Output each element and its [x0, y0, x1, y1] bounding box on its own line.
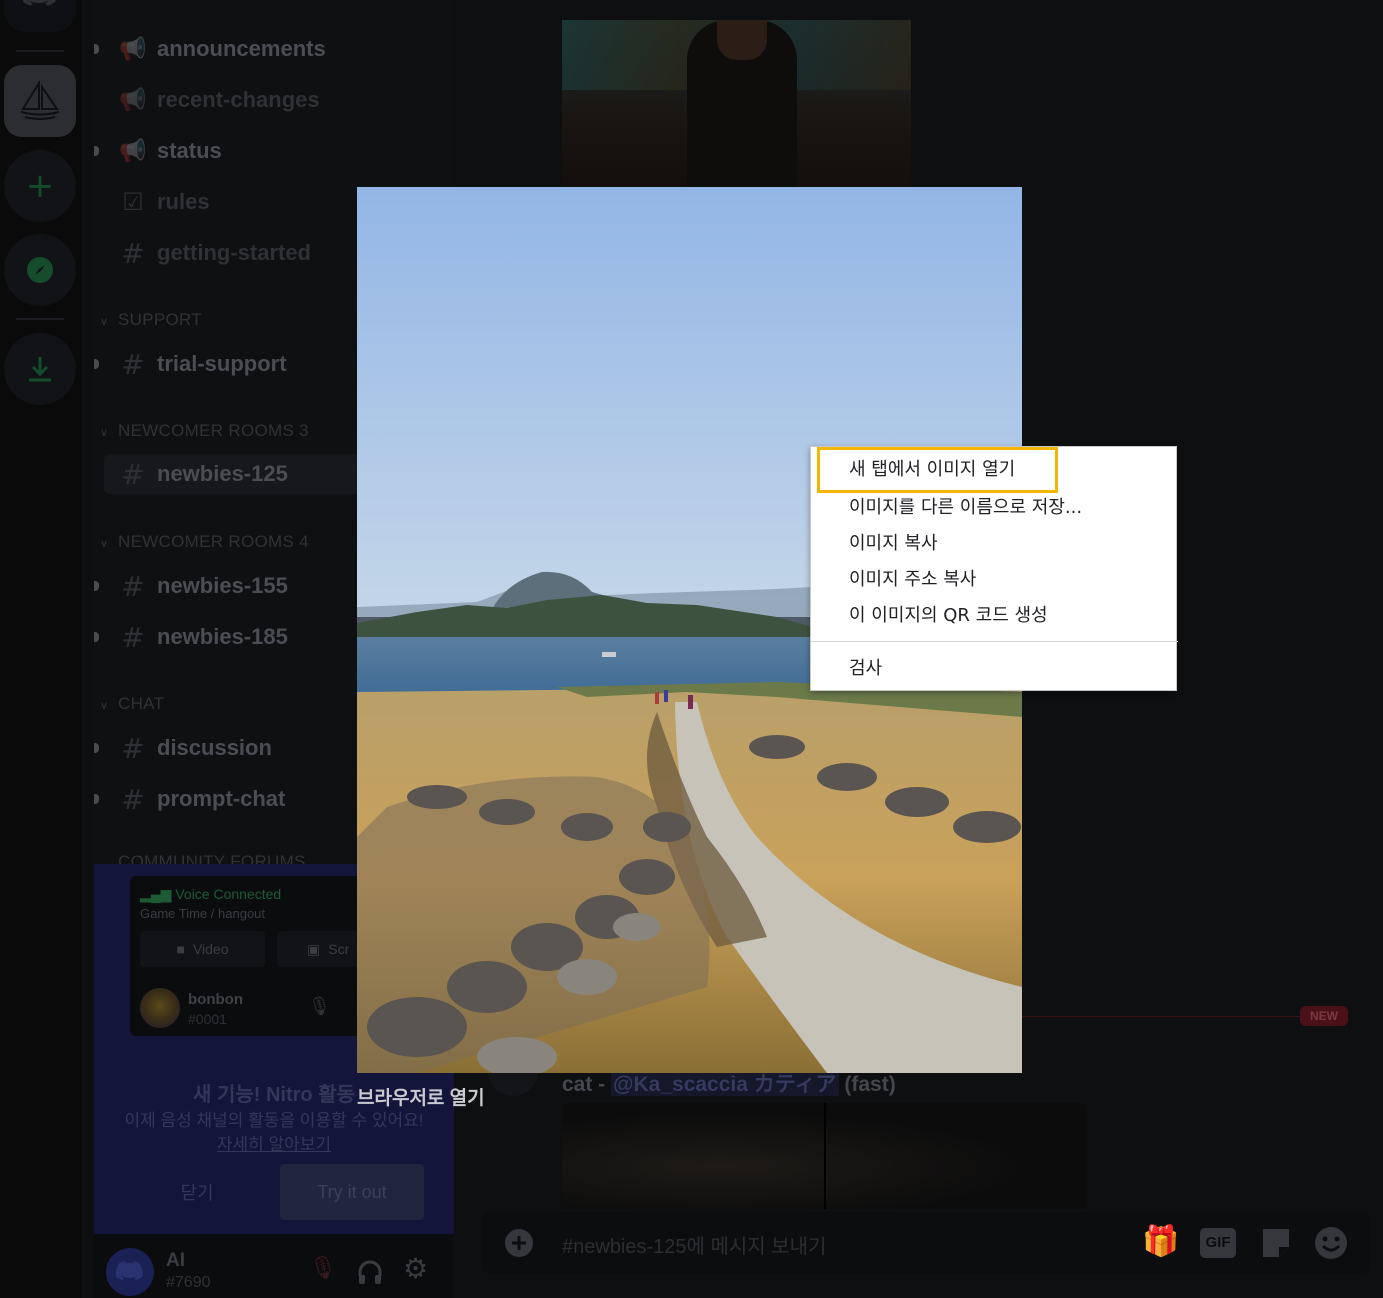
- hash-icon: #: [121, 347, 145, 381]
- gif-button[interactable]: GIF: [1200, 1228, 1236, 1258]
- menu-item-create-qr-code[interactable]: 이 이미지의 QR 코드 생성: [811, 598, 1178, 634]
- menu-item-copy-image-address[interactable]: 이미지 주소 복사: [811, 562, 1178, 598]
- hash-icon: #: [121, 731, 145, 765]
- try-it-out-button[interactable]: Try it out: [280, 1164, 424, 1220]
- video-button: ■ Video: [140, 931, 265, 967]
- speed-label: (fast): [838, 1073, 896, 1096]
- download-icon: [29, 357, 51, 382]
- chevron-down-icon: ∨: [100, 316, 109, 328]
- chevron-down-icon: ∨: [100, 538, 109, 550]
- mute-microphone-icon[interactable]: 🎙: [309, 1256, 337, 1281]
- category-chat[interactable]: ∨ CHAT: [100, 694, 164, 714]
- microphone-icon: 🎙: [308, 996, 331, 1017]
- open-in-browser-link[interactable]: 브라우저로 열기: [357, 1083, 485, 1110]
- settings-gear-icon[interactable]: ⚙: [403, 1252, 428, 1285]
- discord-logo-icon: [116, 1261, 143, 1281]
- user-avatar: [140, 988, 180, 1028]
- menu-item-open-image-in-new-tab[interactable]: 새 탭에서 이미지 열기: [817, 447, 1058, 493]
- menu-item-save-image-as[interactable]: 이미지를 다른 이름으로 저장...: [811, 490, 1178, 526]
- checkbox-icon: ☑: [122, 188, 144, 216]
- message-composer: #newbies-125에 메시지 보내기 🎁 GIF: [482, 1212, 1370, 1274]
- midjourney-server-icon[interactable]: [4, 65, 76, 137]
- hash-icon: #: [121, 782, 145, 816]
- discord-logo-icon: [23, 0, 56, 6]
- category-newcomer-rooms-4[interactable]: ∨ NEWCOMER ROOMS 4: [100, 532, 309, 552]
- add-attachment-icon[interactable]: [504, 1228, 534, 1258]
- author-name[interactable]: cat -: [562, 1073, 611, 1096]
- emoji-icon[interactable]: [1314, 1226, 1348, 1260]
- new-messages-divider: [1020, 1016, 1330, 1017]
- image-context-menu: 새 탭에서 이미지 열기 이미지를 다른 이름으로 저장... 이미지 복사 이…: [810, 446, 1178, 691]
- megaphone-icon: 📢: [119, 138, 147, 164]
- menu-item-copy-image[interactable]: 이미지 복사: [811, 526, 1178, 562]
- category-community-forums[interactable]: COMMUNITY FORUMS: [100, 852, 306, 864]
- user-tag: #7690: [166, 1274, 211, 1291]
- cat-image-attachment[interactable]: [562, 1103, 1087, 1209]
- user-mention[interactable]: @Ka_scaccia カティア: [611, 1073, 839, 1096]
- home-button[interactable]: [4, 0, 76, 32]
- add-server-button[interactable]: +: [4, 150, 76, 222]
- chevron-down-icon: ∨: [100, 700, 109, 712]
- close-button[interactable]: 닫기: [134, 1164, 260, 1220]
- explore-servers-button[interactable]: [4, 234, 76, 306]
- hash-thread-icon: #: [121, 457, 145, 491]
- sticker-icon[interactable]: [1260, 1226, 1292, 1260]
- hash-thread-icon: #: [121, 620, 145, 654]
- hash-thread-icon: #: [121, 569, 145, 603]
- voice-status: ▂▄▆ Voice Connected: [140, 886, 282, 902]
- menu-item-inspect[interactable]: 검사: [811, 651, 1178, 687]
- chevron-down-icon: ∨: [100, 427, 109, 439]
- download-apps-button[interactable]: [4, 333, 76, 405]
- server-rail: +: [0, 0, 82, 1298]
- user-panel: AI #7690 🎙 ⚙: [94, 1234, 454, 1298]
- camera-icon: ■: [176, 941, 185, 957]
- sailboat-icon: [20, 81, 60, 120]
- headphones-icon[interactable]: [356, 1258, 384, 1286]
- user-avatar[interactable]: [106, 1248, 154, 1296]
- plus-icon: +: [25, 166, 55, 206]
- category-support[interactable]: ∨ SUPPORT: [100, 310, 202, 330]
- megaphone-icon: 📢: [119, 87, 147, 113]
- new-badge: NEW: [1300, 1006, 1348, 1026]
- menu-separator: [811, 641, 1178, 642]
- user-name: AI: [166, 1250, 185, 1271]
- compass-icon: [27, 257, 53, 283]
- previous-image-attachment[interactable]: [562, 20, 911, 187]
- signal-icon: ▂▄▆: [140, 886, 176, 902]
- learn-more-link[interactable]: 자세히 알아보기: [94, 1130, 454, 1155]
- channel-recent-changes[interactable]: 📢 recent-changes: [94, 80, 434, 120]
- channel-status[interactable]: 📢 status: [94, 131, 434, 171]
- message-input[interactable]: #newbies-125에 메시지 보내기: [562, 1230, 826, 1259]
- category-newcomer-rooms-3[interactable]: ∨ NEWCOMER ROOMS 3: [100, 421, 309, 441]
- discord-app: + 📢 announcements 📢 recent-changes 📢 status…: [0, 0, 1383, 1298]
- hash-icon: #: [121, 236, 145, 270]
- megaphone-icon: 📢: [119, 36, 147, 62]
- voice-location: Game Time / hangout: [140, 906, 266, 921]
- channel-announcements[interactable]: 📢 announcements: [94, 29, 434, 69]
- gift-icon[interactable]: 🎁: [1142, 1224, 1179, 1259]
- screen-share-icon: ▣: [307, 940, 321, 957]
